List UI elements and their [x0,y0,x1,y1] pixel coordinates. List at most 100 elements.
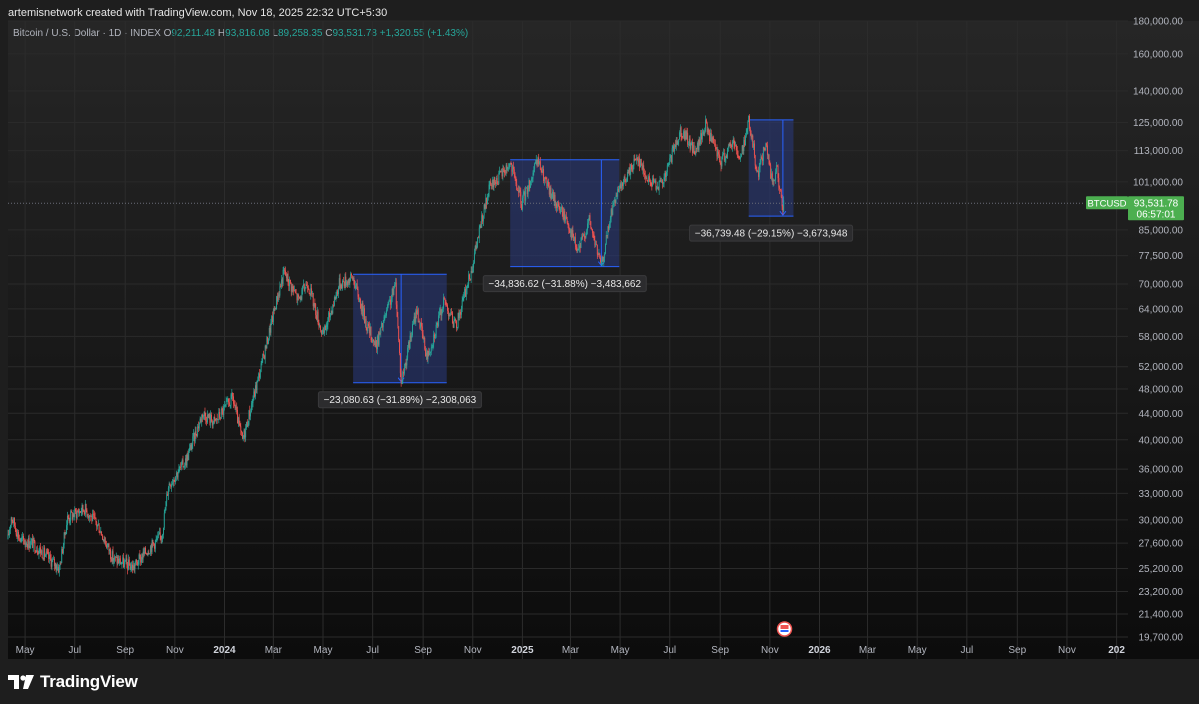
candle-body [661,180,663,184]
candle-body [674,144,676,152]
candle-body [542,169,544,173]
candle-body [171,484,173,488]
candle-body [307,287,309,290]
candle-body [85,503,87,511]
candle-body [338,287,339,295]
candle-body [620,184,622,189]
candle-body [189,444,191,448]
candle-body [523,192,525,194]
candle-body [61,549,63,564]
candle-body [543,169,545,181]
candle-body [14,525,16,529]
candle-body [350,273,352,279]
candle-body [442,308,444,314]
candle-body [157,534,159,539]
candle-body [726,155,728,158]
candle-body [644,173,645,175]
candle-body [635,158,637,161]
candle-body [403,367,405,374]
candle-body [526,187,528,194]
candle-body [220,409,222,419]
footer-bar [0,662,1199,704]
candle-body [224,405,226,406]
candle-body [436,323,438,325]
candle-body [560,209,562,213]
candle-body [538,157,540,164]
candle-body [692,145,694,153]
candle-body [653,181,655,183]
candle-body [324,325,326,333]
candle-body [351,275,353,279]
candle-body [233,396,234,404]
candle-body [273,309,275,311]
candle-body [217,419,219,421]
candle-body [167,494,168,496]
x-axis-label: 202 [1108,645,1125,656]
candle-body [469,274,470,280]
candle-body [45,551,47,556]
candle-body [9,529,11,535]
candle-body [9,525,11,530]
candle-body [627,172,629,174]
candle-body [123,561,125,568]
y-axis-label: 21,400.00 [1139,609,1184,620]
candle-body [578,245,580,249]
tradingview-logo[interactable]: TradingView [8,671,138,693]
candle-body [202,414,203,418]
candle-body [222,409,224,415]
candle-body [744,140,746,146]
candle-body [184,458,186,466]
candle-body [153,543,155,545]
candle-body [502,169,504,177]
candle-body [639,158,641,168]
candle-body [237,409,238,424]
candle-body [493,177,495,188]
candle-body [106,544,107,548]
candle-body [249,410,251,417]
candle-body [587,223,588,231]
candle-body [631,169,633,172]
candle-body [186,454,188,466]
candle-body [606,235,608,237]
candle-body [446,304,448,306]
candle-body [488,184,490,197]
candle-body [268,338,269,344]
candle-body [623,177,625,182]
candle-body [769,163,771,166]
candle-body [656,188,658,190]
candle-body [692,141,693,153]
candle-body [260,363,262,372]
candle-body [648,176,650,182]
candle-body [277,294,279,302]
candle-body [429,352,431,355]
candle-body [304,288,306,291]
candle-body [618,188,619,192]
candle-body [710,132,712,142]
candle-body [661,180,663,182]
candle-body [358,296,360,302]
candle-body [461,300,463,309]
candle-body [177,473,179,478]
candle-body [188,451,190,460]
candle-body [730,143,732,146]
x-axis-label: Jul [366,645,379,656]
candle-body [224,405,225,407]
candlestick-chart[interactable]: −23,080.63 (−31.89%) −2,308,063 −34,836.6… [0,0,1199,704]
candle-body [62,549,63,554]
candle-body [110,549,112,559]
candle-body [453,319,455,328]
candle-body [680,127,682,137]
candle-body [52,559,54,561]
candle-body [100,531,102,533]
candle-body [133,565,135,570]
candle-body [767,154,769,156]
candle-body [290,283,292,292]
candle-body [154,540,156,549]
candle-body [653,178,654,183]
y-axis-label: 27,600.00 [1139,539,1184,550]
y-axis-label: 101,000.00 [1133,177,1183,188]
candle-body [506,165,508,170]
candle-body [185,458,187,466]
candle-body [473,262,475,268]
candle-body [514,174,516,177]
